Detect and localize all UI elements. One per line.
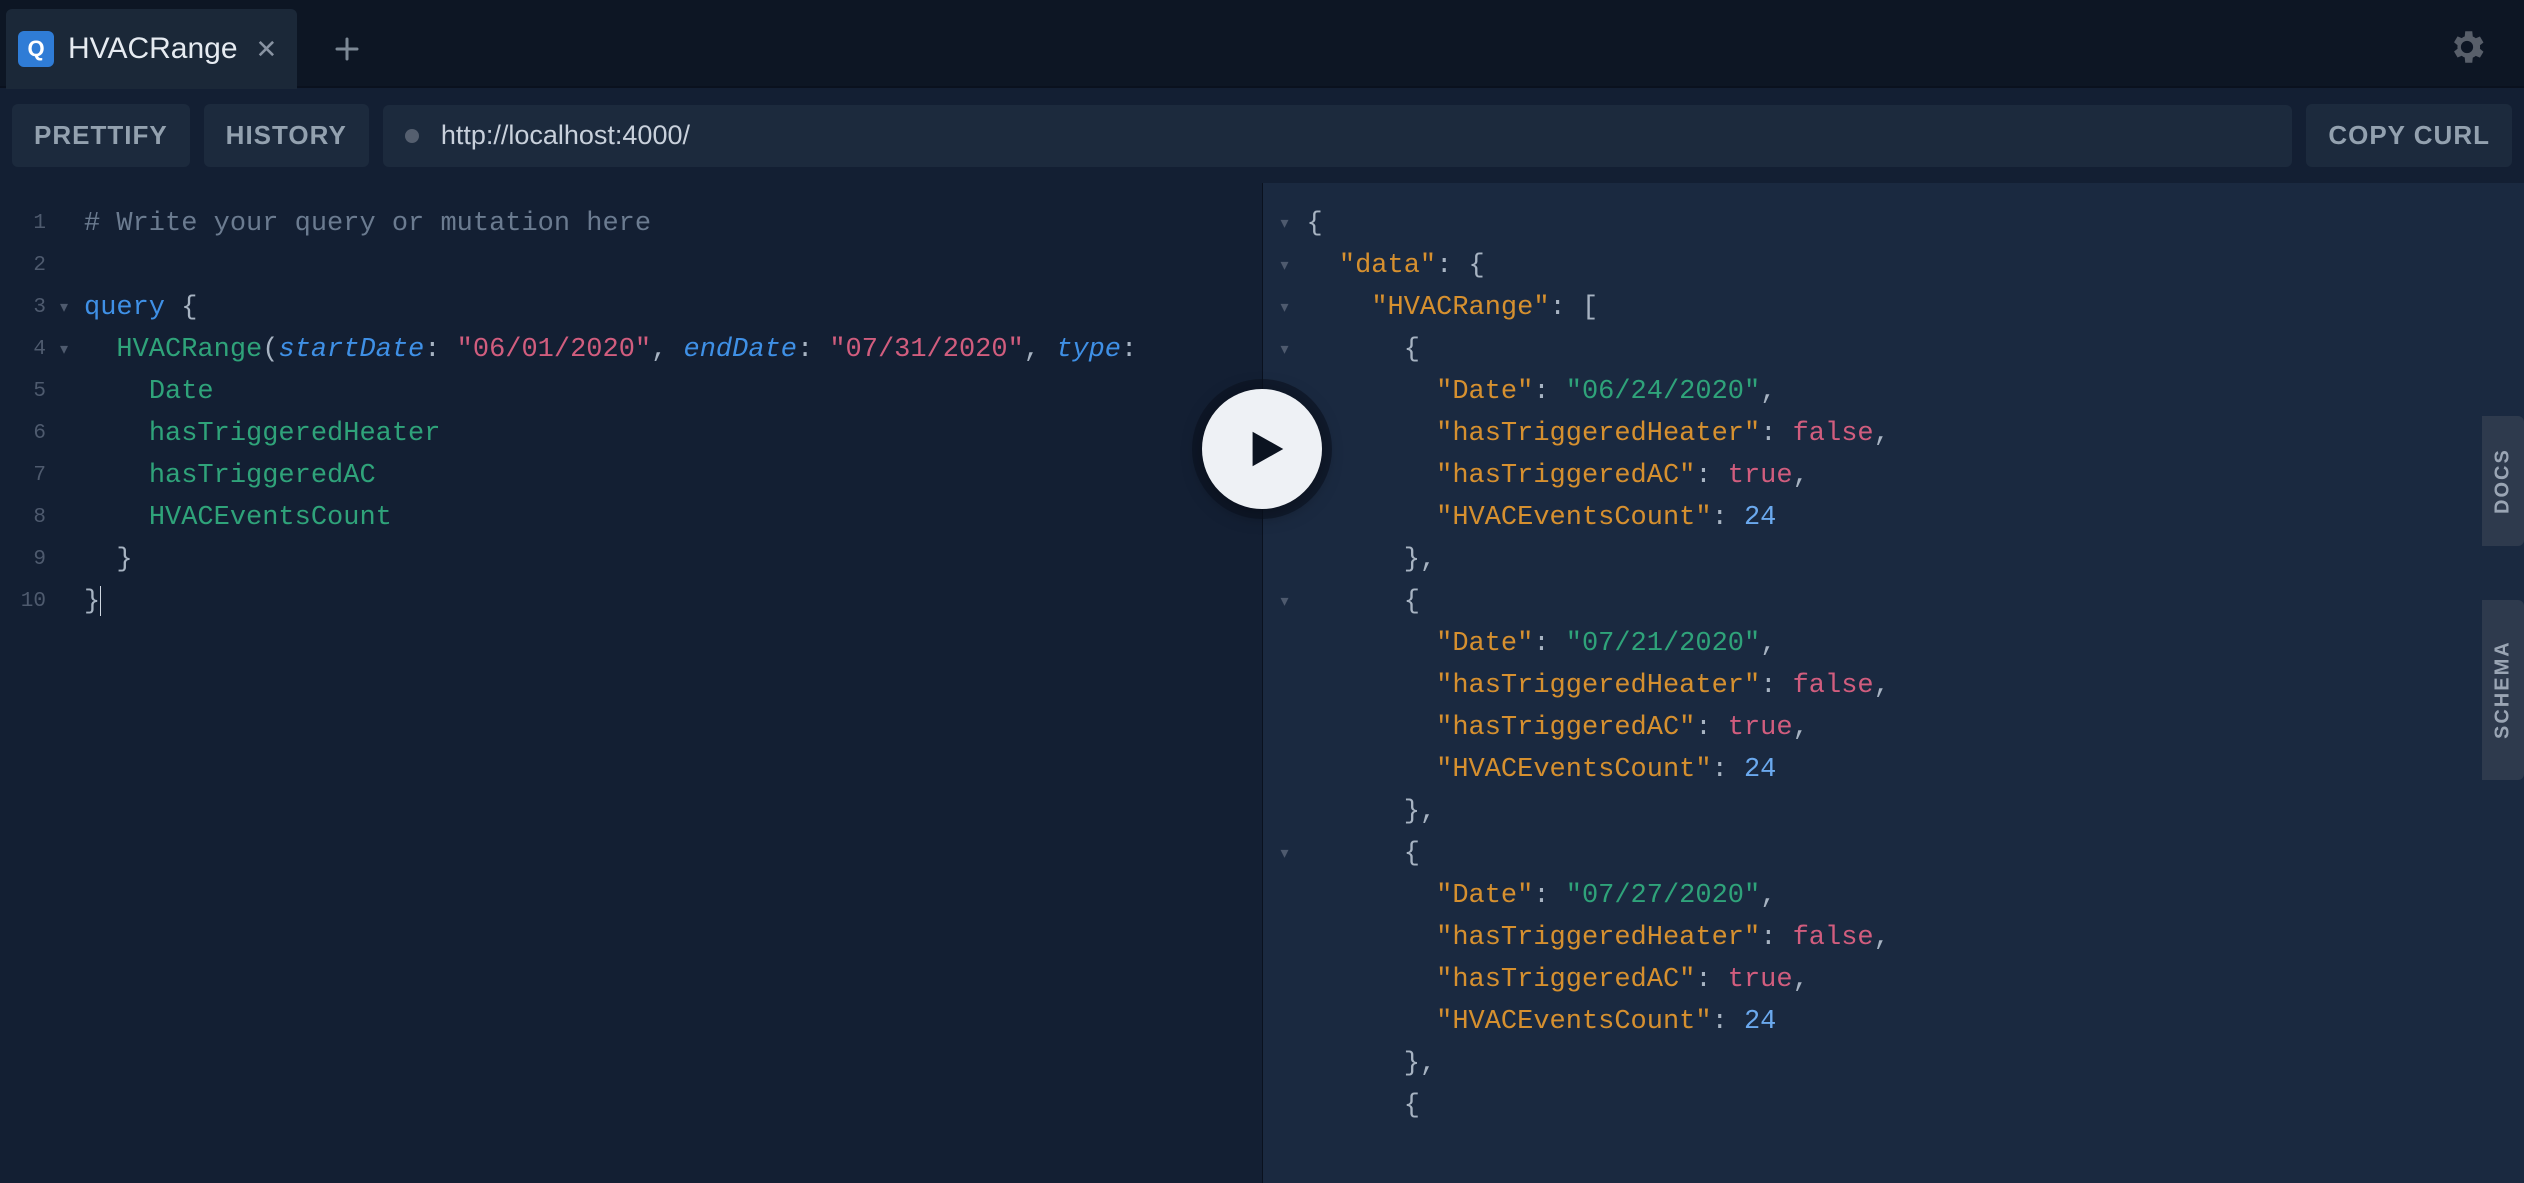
val-date-2: "07/27/2020" [1566, 881, 1760, 911]
schema-tab[interactable]: SCHEMA [2482, 600, 2524, 780]
query-editor[interactable]: 12345 678910 ▾▾ # Write your query or mu… [0, 183, 1263, 1183]
key-count: "HVACEventsCount" [1436, 503, 1711, 533]
new-tab-button[interactable] [307, 9, 387, 89]
val-heater-2: false [1793, 923, 1874, 953]
val-count-2: 24 [1744, 1007, 1776, 1037]
prettify-button[interactable]: PRETTIFY [12, 104, 190, 167]
sel-ac: hasTriggeredAC [149, 461, 376, 491]
val-date-1: "07/21/2020" [1566, 629, 1760, 659]
result-viewer[interactable]: ▾▾▾▾ ▾ ▾ { "data": { "HVACRange": [ { "D… [1263, 183, 2524, 1183]
arg-startdate-value: "06/01/2020" [457, 335, 651, 365]
key-ac: "hasTriggeredAC" [1436, 965, 1695, 995]
line-gutter: 12345 678910 [0, 203, 52, 623]
key-date: "Date" [1436, 881, 1533, 911]
val-ac-0: true [1728, 461, 1793, 491]
sel-heater: hasTriggeredHeater [149, 419, 441, 449]
val-ac-2: true [1728, 965, 1793, 995]
val-count-0: 24 [1744, 503, 1776, 533]
arg-type: type [1056, 335, 1121, 365]
tab-hvacrange[interactable]: Q HVACRange ✕ [6, 9, 297, 89]
tab-label: HVACRange [68, 32, 238, 66]
endpoint-field-wrap [383, 105, 2293, 167]
result-fold-gutter: ▾▾▾▾ ▾ ▾ [1273, 203, 1297, 1085]
root-field: HVACRange [116, 335, 262, 365]
plus-icon [332, 34, 362, 64]
arg-enddate: endDate [684, 335, 797, 365]
val-heater-1: false [1793, 671, 1874, 701]
arg-enddate-value: "07/31/2020" [829, 335, 1023, 365]
status-dot-icon [405, 129, 419, 143]
key-heater: "hasTriggeredHeater" [1436, 671, 1760, 701]
arg-startdate: startDate [278, 335, 424, 365]
docs-tab[interactable]: DOCS [2482, 416, 2524, 546]
query-comment: # Write your query or mutation here [84, 209, 651, 239]
play-icon [1243, 426, 1289, 472]
fold-gutter: ▾▾ [52, 203, 76, 623]
key-ac: "hasTriggeredAC" [1436, 713, 1695, 743]
gear-icon [2446, 26, 2488, 68]
copy-curl-button[interactable]: COPY CURL [2306, 104, 2512, 167]
close-icon[interactable]: ✕ [256, 34, 278, 65]
toolbar: PRETTIFY HISTORY COPY CURL [0, 88, 2524, 183]
key-date: "Date" [1436, 629, 1533, 659]
key-count: "HVACEventsCount" [1436, 755, 1711, 785]
key-heater: "hasTriggeredHeater" [1436, 419, 1760, 449]
val-count-1: 24 [1744, 755, 1776, 785]
val-heater-0: false [1793, 419, 1874, 449]
history-button[interactable]: HISTORY [204, 104, 369, 167]
key-data: "data" [1339, 251, 1436, 281]
execute-button[interactable] [1202, 389, 1322, 509]
query-keyword: query [84, 293, 165, 323]
query-badge-icon: Q [18, 31, 54, 67]
val-ac-1: true [1728, 713, 1793, 743]
editor-split: 12345 678910 ▾▾ # Write your query or mu… [0, 183, 2524, 1183]
key-date: "Date" [1436, 377, 1533, 407]
sel-date: Date [149, 377, 214, 407]
val-date-0: "06/24/2020" [1566, 377, 1760, 407]
sel-count: HVACEventsCount [149, 503, 392, 533]
key-heater: "hasTriggeredHeater" [1436, 923, 1760, 953]
query-code[interactable]: # Write your query or mutation here quer… [84, 183, 1262, 623]
tab-bar: Q HVACRange ✕ [0, 0, 2524, 88]
key-ac: "hasTriggeredAC" [1436, 461, 1695, 491]
settings-button[interactable] [2446, 26, 2488, 73]
key-count: "HVACEventsCount" [1436, 1007, 1711, 1037]
key-hvacrange: "HVACRange" [1371, 293, 1549, 323]
endpoint-input[interactable] [441, 120, 2271, 151]
result-code: { "data": { "HVACRange": [ { "Date": "06… [1307, 183, 2524, 1127]
